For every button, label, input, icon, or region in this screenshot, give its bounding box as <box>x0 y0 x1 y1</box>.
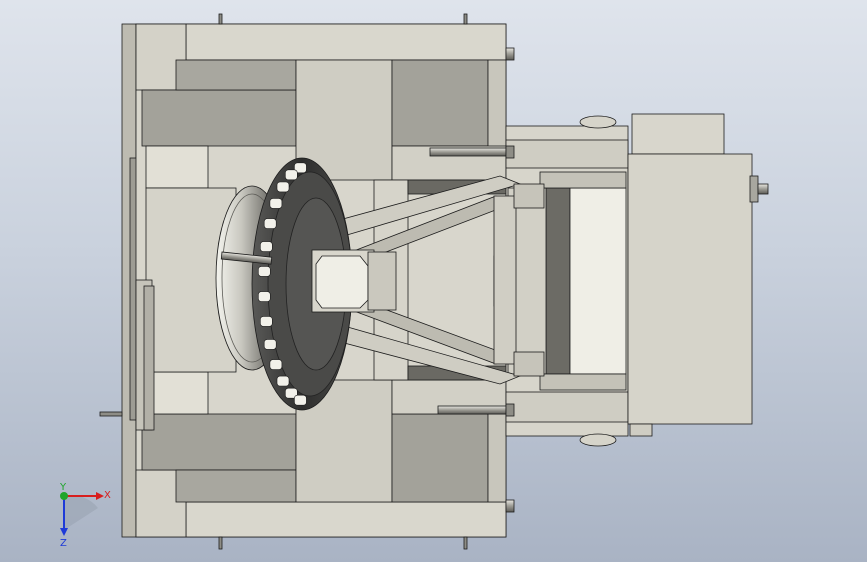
cylinder-top-flange <box>539 171 627 189</box>
cylinder-lower-band <box>505 391 629 423</box>
cutter-tooth <box>294 394 307 406</box>
bolt-bottom-1 <box>218 536 223 550</box>
pin-upper-head <box>505 145 515 159</box>
top-right-dark-pocket <box>391 59 489 147</box>
cylinder-bore <box>569 187 627 375</box>
lower-bracket <box>629 423 653 437</box>
bottom-right-dark-pocket <box>391 413 489 503</box>
bolt-top-2 <box>463 13 468 25</box>
x-arrowhead <box>96 492 104 500</box>
end-cap-nut <box>749 175 759 203</box>
cutter-tooth <box>259 241 273 252</box>
y-axis-dot <box>60 492 68 500</box>
top-left-dark-step <box>175 59 297 91</box>
cylinder-end-cap <box>627 153 753 425</box>
cutter-tooth <box>269 198 283 209</box>
cylinder-bottom-flange <box>539 373 627 391</box>
side-sprue-pin <box>99 411 123 417</box>
top-plate <box>185 23 507 61</box>
coordinate-triad: X Y Z <box>59 482 111 549</box>
bottom-left-dark-pocket <box>141 413 297 471</box>
cutter-tooth <box>259 316 273 327</box>
cutter-tooth <box>263 218 277 229</box>
cutter-tooth <box>284 169 298 181</box>
cutter-tooth <box>257 291 271 302</box>
cylinder-dark-core <box>545 187 571 375</box>
cavity-lower-left <box>145 371 209 415</box>
ejector-pin-lower <box>437 405 507 415</box>
pin-lower-head <box>505 403 515 417</box>
center-core-face <box>315 255 369 309</box>
bolt-top-right <box>505 47 515 61</box>
ejector-pin-upper <box>429 147 507 157</box>
end-cap-port <box>757 183 769 195</box>
bottom-left-dark-step <box>175 469 297 503</box>
z-arrowhead <box>60 528 68 536</box>
cutter-tooth <box>276 181 290 193</box>
cylinder-upper-band <box>505 139 629 169</box>
cutter-tooth <box>257 266 271 277</box>
top-left-dark-pocket <box>141 89 297 147</box>
z-axis-label: Z <box>60 538 67 549</box>
bottom-right-rail <box>487 399 507 503</box>
mold-assembly-drawing: X Y Z <box>59 13 769 550</box>
top-right-rail <box>487 59 507 161</box>
cad-viewport[interactable]: X Y Z <box>0 0 867 562</box>
cutter-tooth <box>263 339 277 350</box>
bolt-bottom-2 <box>463 536 468 550</box>
bottom-plate <box>185 501 507 538</box>
linkage-block <box>493 195 517 365</box>
triad-plane-shading <box>64 495 98 530</box>
bolt-top-1 <box>218 13 223 25</box>
cavity-upper-left <box>145 145 209 189</box>
linkage-lower-joint <box>513 351 545 377</box>
y-axis-label: Y <box>59 482 67 493</box>
center-core-side <box>367 251 397 311</box>
upper-rod-bump <box>579 115 617 129</box>
bolt-bottom-right <box>505 499 515 513</box>
cutter-tooth <box>269 359 283 370</box>
cutter-tooth <box>276 375 290 387</box>
cylinder-cap-top <box>631 113 725 155</box>
left-edge-guide <box>143 285 155 431</box>
linkage-upper-joint <box>513 183 545 209</box>
x-axis-label: X <box>104 490 111 501</box>
lower-rod-bump <box>579 433 617 447</box>
